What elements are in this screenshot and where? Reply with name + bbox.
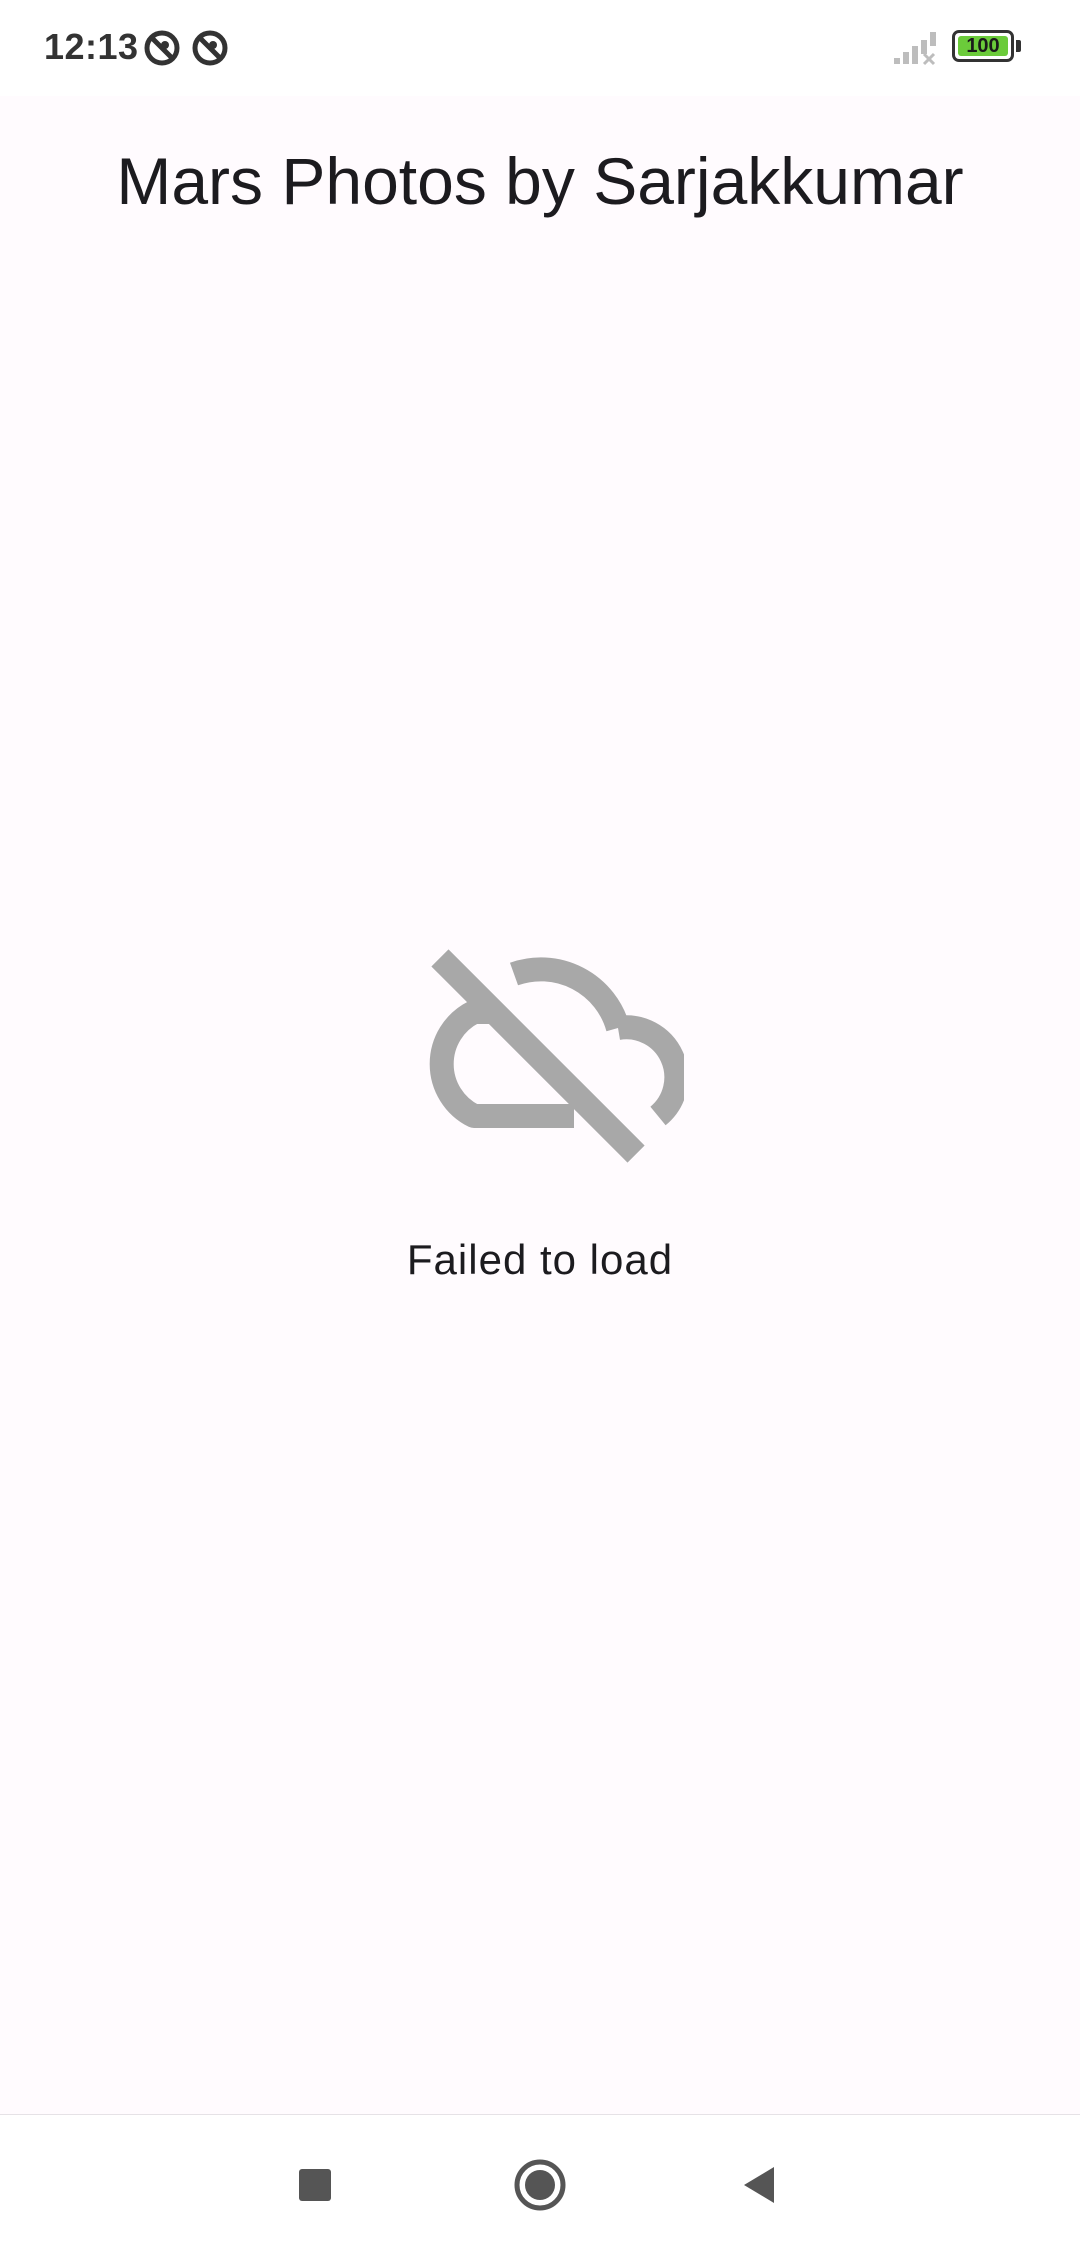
back-button[interactable] [720, 2145, 800, 2225]
back-icon [744, 2167, 774, 2203]
status-bar: 12:13 100 [0, 0, 1080, 96]
do-not-disturb-icon [190, 28, 230, 68]
error-message: Failed to load [406, 1236, 674, 1283]
battery-icon: 100 [952, 30, 1014, 62]
home-button[interactable] [500, 2145, 580, 2225]
recents-icon [299, 2169, 331, 2201]
battery-tip [1016, 40, 1021, 52]
do-not-disturb-icon [142, 28, 182, 68]
home-icon [514, 2159, 566, 2211]
recents-button[interactable] [275, 2145, 355, 2225]
status-time: 12:13 [44, 26, 139, 67]
app-title: Mars Photos by Sarjakkumar [116, 144, 964, 218]
top-app-bar: Mars Photos by Sarjakkumar [0, 96, 1080, 266]
screen: 12:13 100 Mars Photos by Sarjakkumar Fai… [0, 0, 1080, 2246]
battery-level: 100 [966, 34, 1000, 57]
signal-no-service-icon [894, 30, 940, 66]
navigation-bar [0, 2114, 1080, 2246]
cloud-off-icon [396, 940, 689, 1168]
error-state: Failed to load [0, 940, 1080, 1300]
